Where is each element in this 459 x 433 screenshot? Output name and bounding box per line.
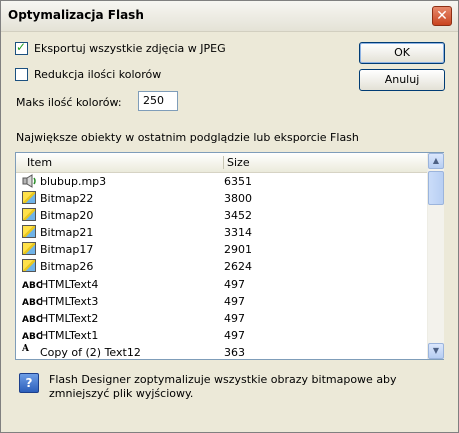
item-name: Bitmap17 [40,243,94,257]
max-colors-label: Maks ilość kolorów: [16,96,122,109]
list-item[interactable]: ABC HTMLText2 497 [16,310,427,327]
list-item[interactable]: Bitmap22 3800 [16,190,427,207]
close-button[interactable]: ✕ [432,6,452,26]
info-message: Flash Designer zoptymalizuje wszystkie o… [49,373,397,400]
item-name: Bitmap21 [40,226,94,240]
column-header-size[interactable]: Size [227,156,250,169]
list-rows: blubup.mp3 6351 Bitmap22 3800 Bitmap20 3452 Bi… [16,173,427,361]
item-size: 497 [224,311,245,325]
reduce-colors-checkbox[interactable] [15,68,28,81]
help-icon: ? [19,373,39,393]
reduce-colors-label: Redukcja ilości kolorów [34,68,162,81]
column-header-item[interactable]: Item [27,156,52,169]
item-size: 2624 [224,260,252,274]
cancel-button[interactable]: Anuluj [359,69,445,91]
list-item[interactable]: A Copy of (2) Text12 363 [16,344,427,361]
item-size: 3452 [224,209,252,223]
item-name: HTMLText2 [40,311,99,325]
item-name: HTMLText1 [40,328,99,342]
dialog-window: Optymalizacja Flash ✕ ✓ Eksportuj wszyst… [0,0,459,433]
export-jpeg-option[interactable]: ✓ Eksportuj wszystkie zdjęcia w JPEG [15,40,226,55]
item-size: 3800 [224,192,252,206]
item-name: Bitmap26 [40,260,94,274]
item-size: 363 [224,345,245,359]
reduce-colors-option[interactable]: Redukcja ilości kolorów [15,68,161,81]
chevron-up-icon: ▲ [432,156,440,165]
vertical-scrollbar[interactable]: ▲ ▼ [427,153,444,359]
item-name: blubup.mp3 [40,175,107,188]
item-size: 497 [224,277,245,291]
scroll-down-button[interactable]: ▼ [428,343,444,359]
export-jpeg-label: Eksportuj wszystkie zdjęcia w JPEG [34,42,226,55]
column-divider[interactable] [223,156,224,169]
scroll-up-button[interactable]: ▲ [428,153,444,169]
item-name: HTMLText3 [40,294,99,308]
item-size: 497 [224,294,245,308]
item-name: HTMLText4 [40,277,99,291]
chevron-down-icon: ▼ [432,346,440,355]
bitmap-icon [22,259,38,274]
item-name: Bitmap20 [40,209,94,223]
list-item[interactable]: blubup.mp3 6351 [16,173,427,190]
item-size: 2901 [224,243,252,257]
bitmap-icon [22,225,38,240]
list-item[interactable]: Bitmap21 3314 [16,224,427,241]
item-name: Bitmap22 [40,192,94,206]
bitmap-icon [22,191,38,206]
scroll-thumb[interactable] [428,171,444,205]
list-item[interactable]: Bitmap17 2901 [16,241,427,258]
export-jpeg-checkbox[interactable]: ✓ [15,40,28,55]
item-size: 6351 [224,175,252,188]
objects-list[interactable]: Item Size blubup.mp3 6351 Bitmap22 3800 Bitm… [15,152,444,360]
window-title: Optymalizacja Flash [8,8,144,22]
item-size: 3314 [224,226,252,240]
text-icon: A [22,343,29,354]
ok-button[interactable]: OK [359,42,445,64]
bitmap-icon [22,208,38,223]
sound-icon [22,174,38,189]
item-size: 497 [224,328,245,342]
list-item[interactable]: ABC HTMLText3 497 [16,293,427,310]
title-bar[interactable]: Optymalizacja Flash ✕ [1,1,458,32]
list-item[interactable]: ABC HTMLText4 497 [16,276,427,293]
list-item[interactable]: Bitmap26 2624 [16,258,427,275]
list-item[interactable]: ABC HTMLText1 497 [16,327,427,344]
bitmap-icon [22,242,38,257]
close-icon: ✕ [436,8,448,24]
list-item[interactable]: Bitmap20 3452 [16,207,427,224]
item-name: Copy of (2) Text12 [40,345,141,359]
list-header: Item Size [16,153,427,173]
largest-objects-caption: Największe obiekty w ostatnim podglądzie… [16,131,359,144]
max-colors-input[interactable]: 250 [138,91,178,111]
checkmark-icon: ✓ [16,40,27,54]
